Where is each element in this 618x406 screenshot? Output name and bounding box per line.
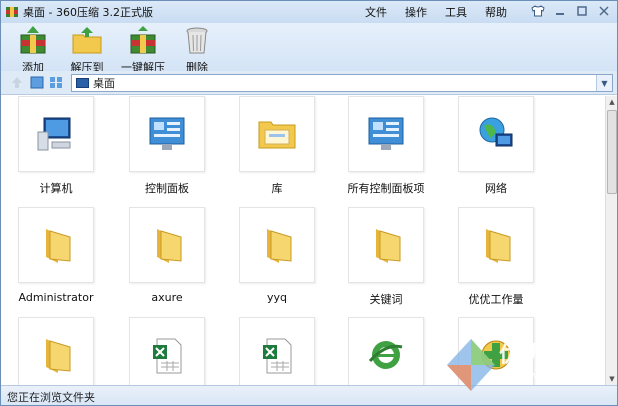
folder-icon	[376, 229, 401, 263]
desktop-icon	[76, 78, 89, 88]
add-button[interactable]: 添加	[3, 25, 63, 75]
add-archive-icon	[20, 26, 46, 54]
window-title: 桌面 - 360压缩 3.2正式版	[23, 6, 153, 19]
scroll-thumb[interactable]	[607, 110, 617, 194]
folder-icon	[486, 229, 511, 263]
control-panel-icon	[368, 117, 404, 150]
item-name: 计算机	[39, 182, 73, 195]
grid-item-ie-browser[interactable]	[336, 317, 436, 385]
file-grid: 计算机 控制面板 库 所有控制面板项 网络 Administrator axur…	[1, 96, 605, 385]
close-button[interactable]	[595, 3, 613, 19]
excel-file-icon	[153, 338, 182, 374]
item-name: 控制面板	[145, 182, 189, 195]
ie-browser-icon	[368, 341, 403, 369]
grid-view-icon[interactable]	[49, 76, 63, 89]
app-window: 桌面 - 360压缩 3.2正式版 文件 操作 工具 帮助 添加 解压到 一键解…	[0, 0, 618, 406]
extract-to-button[interactable]: 解压到	[57, 25, 117, 75]
skin-shirt-icon[interactable]	[529, 3, 547, 19]
item-name: 关键词	[369, 293, 403, 306]
grid-item-computer[interactable]: 计算机	[6, 96, 106, 196]
grid-item-folder[interactable]	[6, 317, 106, 385]
item-name: Administrator	[18, 291, 94, 304]
item-name: 网络	[485, 182, 507, 195]
menu-tools[interactable]: 工具	[436, 4, 476, 20]
360-software-icon	[481, 340, 511, 370]
item-name: 所有控制面板项	[347, 182, 425, 195]
excel-file-icon	[263, 338, 292, 374]
grid-item-all-control-panel[interactable]: 所有控制面板项	[336, 96, 436, 196]
title-bar: 桌面 - 360压缩 3.2正式版 文件 操作 工具 帮助	[1, 1, 617, 23]
folder-icon	[46, 339, 71, 373]
computer-icon	[37, 117, 71, 151]
folder-icon	[46, 229, 71, 263]
one-click-extract-icon	[130, 26, 156, 54]
grid-item-control-panel[interactable]: 控制面板	[117, 96, 217, 196]
grid-item-excel-file[interactable]	[117, 317, 217, 385]
control-panel-icon	[149, 117, 185, 150]
large-icon-view-icon[interactable]	[30, 76, 44, 89]
item-name: yyq	[266, 291, 287, 304]
menu-bar: 文件 操作 工具 帮助	[356, 4, 516, 20]
grid-item-folder-workload[interactable]: 优优工作量	[446, 207, 546, 307]
trash-icon	[186, 27, 208, 54]
extract-folder-icon	[72, 27, 102, 54]
item-name: axure	[151, 291, 183, 304]
item-name: 库	[271, 182, 283, 195]
menu-operate[interactable]: 操作	[396, 4, 436, 20]
folder-icon	[267, 229, 292, 263]
menu-file[interactable]: 文件	[356, 4, 396, 20]
window-controls	[529, 3, 613, 19]
scroll-down-icon[interactable]: ▼	[606, 373, 618, 385]
chevron-down-icon[interactable]: ▼	[596, 75, 612, 91]
vertical-scrollbar[interactable]: ▲ ▼	[605, 96, 617, 385]
app-logo-icon	[6, 7, 18, 17]
grid-item-network[interactable]: 网络	[446, 96, 546, 196]
up-arrow-icon[interactable]	[10, 76, 24, 89]
address-input[interactable]: 桌面 ▼	[71, 74, 613, 92]
address-bar: 桌面 ▼	[1, 71, 617, 95]
folder-icon	[157, 229, 182, 263]
minimize-button[interactable]	[551, 3, 569, 19]
grid-item-folder-yyq[interactable]: yyq	[227, 207, 327, 304]
grid-item-excel-file[interactable]	[227, 317, 327, 385]
grid-item-360-software[interactable]	[446, 317, 546, 385]
grid-item-folder-administrator[interactable]: Administrator	[6, 207, 106, 304]
grid-item-library[interactable]: 库	[227, 96, 327, 196]
one-click-extract-button[interactable]: 一键解压	[113, 25, 173, 75]
grid-item-folder-keywords[interactable]: 关键词	[336, 207, 436, 307]
menu-help[interactable]: 帮助	[476, 4, 516, 20]
delete-button[interactable]: 删除	[167, 25, 227, 75]
library-folder-icon	[258, 121, 296, 149]
maximize-button[interactable]	[573, 3, 591, 19]
item-name: 优优工作量	[468, 293, 524, 306]
scroll-up-icon[interactable]: ▲	[606, 96, 618, 108]
network-icon	[479, 117, 513, 147]
toolbar: 添加 解压到 一键解压 删除	[1, 23, 617, 74]
address-path: 桌面	[93, 77, 115, 90]
status-text: 您正在浏览文件夹	[7, 391, 95, 404]
status-bar: 您正在浏览文件夹	[1, 385, 617, 405]
grid-item-folder-axure[interactable]: axure	[117, 207, 217, 304]
